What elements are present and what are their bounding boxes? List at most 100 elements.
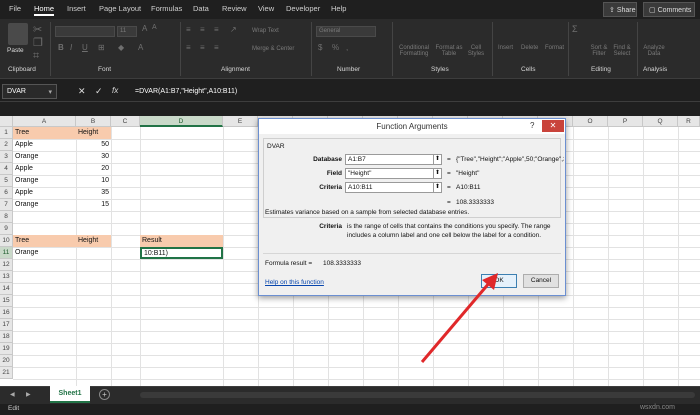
row-header[interactable]: 3 <box>0 151 13 163</box>
align-left-icon[interactable]: ≡ <box>186 43 191 52</box>
menu-view[interactable]: View <box>258 4 274 13</box>
sheet-tab-sheet1[interactable]: Sheet1 <box>50 386 90 403</box>
menu-developer[interactable]: Developer <box>286 4 320 13</box>
borders-icon[interactable]: ⊞ <box>98 43 105 52</box>
share-button[interactable]: ⇪ Share <box>603 2 637 17</box>
row-header[interactable]: 2 <box>0 139 13 151</box>
format-as-table-button[interactable]: Format as Table <box>434 45 464 57</box>
cell-height[interactable]: 35 <box>76 187 111 199</box>
cut-icon[interactable]: ✂ <box>33 23 42 36</box>
column-header[interactable]: Q <box>643 116 678 127</box>
cancel-icon[interactable]: ✕ <box>78 86 86 97</box>
cell-height[interactable]: 50 <box>76 139 111 151</box>
menu-formulas[interactable]: Formulas <box>151 4 182 13</box>
sort-filter-button[interactable]: Sort & Filter <box>588 45 610 57</box>
find-select-button[interactable]: Find & Select <box>611 45 633 57</box>
comments-button[interactable]: ▢ Comments <box>643 2 695 17</box>
row-header[interactable]: 19 <box>0 343 13 355</box>
bold-icon[interactable]: B <box>58 43 64 52</box>
menu-insert[interactable]: Insert <box>67 4 86 13</box>
collapse-dialog-icon[interactable]: ⬆ <box>433 154 442 165</box>
orientation-icon[interactable]: ↗ <box>230 25 237 34</box>
menu-file[interactable]: File <box>9 4 21 13</box>
row-header[interactable]: 11 <box>0 247 13 259</box>
row-header[interactable]: 10 <box>0 235 13 247</box>
fill-color-icon[interactable]: ◆ <box>118 43 124 52</box>
help-on-function-link[interactable]: Help on this function <box>265 279 324 286</box>
collapse-dialog-icon[interactable]: ⬆ <box>433 182 442 193</box>
cell-tree[interactable]: Apple <box>13 139 76 151</box>
criteria-input[interactable]: A10:B11 <box>345 182 442 193</box>
column-header[interactable]: D <box>140 116 223 127</box>
cell-tree[interactable]: Orange <box>13 199 76 211</box>
row-header[interactable]: 17 <box>0 319 13 331</box>
align-bottom-icon[interactable]: ≡ <box>214 25 219 34</box>
menu-data[interactable]: Data <box>193 4 209 13</box>
column-header[interactable]: P <box>608 116 643 127</box>
comma-icon[interactable]: , <box>346 43 348 52</box>
chevron-down-icon[interactable]: ▾ <box>48 88 52 96</box>
cell-styles-button[interactable]: Cell Styles <box>464 45 488 57</box>
row-header[interactable]: 9 <box>0 223 13 235</box>
column-header[interactable]: O <box>573 116 608 127</box>
conditional-formatting-button[interactable]: Conditional Formatting <box>396 45 432 57</box>
underline-icon[interactable]: U <box>82 43 88 52</box>
align-right-icon[interactable]: ≡ <box>214 43 219 52</box>
column-header[interactable]: A <box>13 116 76 127</box>
copy-icon[interactable]: ❐ <box>33 36 43 49</box>
menu-home[interactable]: Home <box>34 4 55 16</box>
align-top-icon[interactable]: ≡ <box>186 25 191 34</box>
cell-a1[interactable]: Tree <box>13 127 76 139</box>
field-input[interactable]: "Height" <box>345 168 442 179</box>
cell-a10[interactable]: Tree <box>13 235 76 247</box>
cell-tree[interactable]: Apple <box>13 187 76 199</box>
row-header[interactable]: 4 <box>0 163 13 175</box>
font-color-icon[interactable]: A <box>138 43 143 52</box>
cell-tree[interactable]: Orange <box>13 151 76 163</box>
help-icon[interactable]: ? <box>530 121 534 130</box>
row-header[interactable]: 1 <box>0 127 13 139</box>
column-header[interactable]: E <box>223 116 258 127</box>
clipboard-icon[interactable] <box>8 23 28 45</box>
analyze-data-button[interactable]: Analyze Data <box>641 45 667 57</box>
menu-review[interactable]: Review <box>222 4 247 13</box>
row-header[interactable]: 8 <box>0 211 13 223</box>
delete-cells-button[interactable]: Delete <box>521 45 538 51</box>
font-grow-icon[interactable]: A <box>142 24 147 33</box>
cell-height[interactable]: 20 <box>76 163 111 175</box>
row-header[interactable]: 12 <box>0 259 13 271</box>
align-center-icon[interactable]: ≡ <box>200 43 205 52</box>
row-header[interactable]: 15 <box>0 295 13 307</box>
menu-page-layout[interactable]: Page Layout <box>99 4 141 13</box>
name-box[interactable]: DVAR ▾ <box>2 84 57 99</box>
cell-a11[interactable]: Orange <box>13 247 76 259</box>
row-header[interactable]: 20 <box>0 355 13 367</box>
insert-cells-button[interactable]: Insert <box>498 45 513 51</box>
horizontal-scrollbar[interactable] <box>140 392 695 398</box>
next-sheet-icon[interactable]: ▶ <box>26 391 31 398</box>
row-header[interactable]: 7 <box>0 199 13 211</box>
select-all-button[interactable] <box>0 116 13 127</box>
wrap-text-button[interactable]: Wrap Text <box>252 28 279 34</box>
cancel-button[interactable]: Cancel <box>523 274 559 288</box>
cell-height[interactable]: 30 <box>76 151 111 163</box>
formula-input[interactable]: =DVAR(A1:B7,"Height",A10:B11) <box>135 88 237 95</box>
row-header[interactable]: 5 <box>0 175 13 187</box>
row-header[interactable]: 16 <box>0 307 13 319</box>
cell-tree[interactable]: Orange <box>13 175 76 187</box>
merge-center-button[interactable]: Merge & Center <box>252 46 294 52</box>
prev-sheet-icon[interactable]: ◀ <box>10 391 15 398</box>
enter-icon[interactable]: ✓ <box>95 86 103 97</box>
database-input[interactable]: A1:B7 <box>345 154 442 165</box>
font-name-dropdown[interactable] <box>55 26 115 37</box>
row-header[interactable]: 6 <box>0 187 13 199</box>
font-size-dropdown[interactable]: 11 <box>117 26 137 37</box>
cell-b10[interactable]: Height <box>76 235 111 247</box>
insert-function-icon[interactable]: fx <box>112 86 118 95</box>
align-middle-icon[interactable]: ≡ <box>200 25 205 34</box>
row-header[interactable]: 18 <box>0 331 13 343</box>
cell-tree[interactable]: Apple <box>13 163 76 175</box>
font-shrink-icon[interactable]: A <box>152 24 157 31</box>
percent-icon[interactable]: % <box>332 43 339 52</box>
column-header[interactable]: C <box>111 116 140 127</box>
